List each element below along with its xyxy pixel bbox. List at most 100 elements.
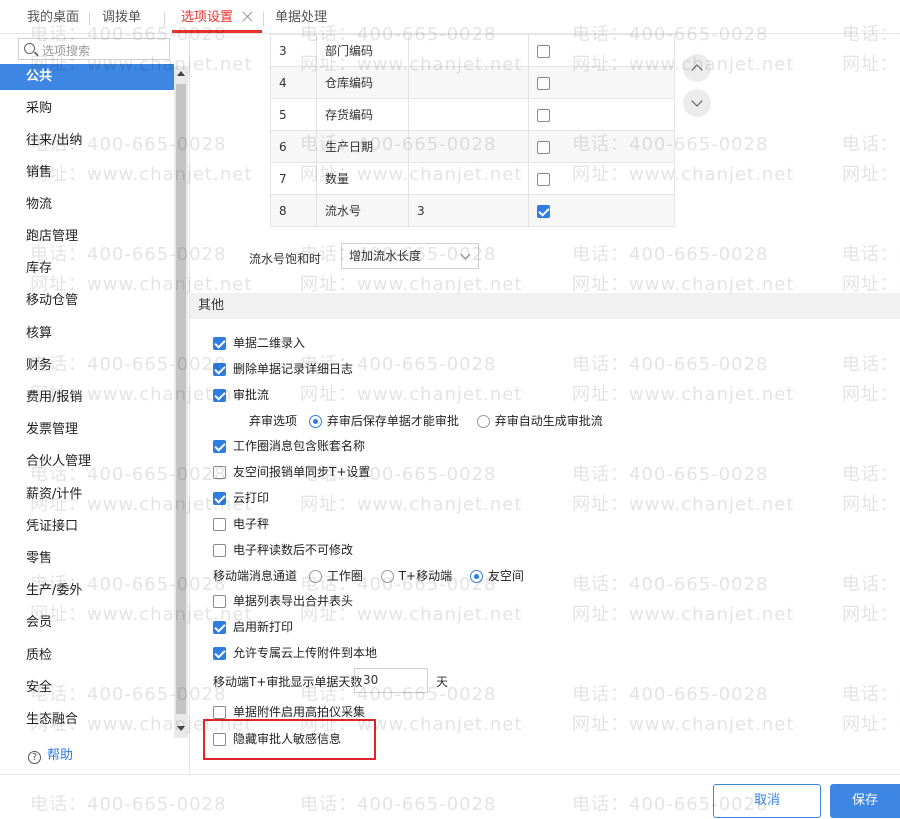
row-checkbox[interactable] (537, 204, 550, 218)
sidebar-item-inventory[interactable]: 库存 (0, 256, 174, 282)
checkbox[interactable] (213, 363, 226, 376)
chevron-down-icon (460, 249, 471, 260)
checkbox[interactable] (213, 544, 226, 557)
option-export-merge-header[interactable]: 单据列表导出合并表头 (213, 592, 353, 609)
scroll-thumb[interactable] (176, 84, 186, 714)
tab-my-desktop[interactable]: 我的桌面 (27, 0, 79, 34)
sidebar-scrollbar[interactable] (174, 66, 188, 738)
sidebar-item-mobile-warehouse[interactable]: 移动仓管 (0, 288, 174, 314)
help-link[interactable]: ? 帮助 (28, 744, 73, 764)
option-label: 单据附件启用高拍仪采集 (233, 705, 366, 719)
watermark-site: 网址：www.chanjet.net (300, 494, 523, 515)
cancel-button[interactable]: 取消 (713, 784, 821, 818)
checkbox[interactable] (213, 492, 226, 505)
row-length[interactable] (408, 66, 529, 99)
tab-document-processing[interactable]: 单据处理 (275, 0, 327, 34)
row-checkbox[interactable] (537, 140, 550, 154)
sidebar-item-member[interactable]: 会员 (0, 610, 174, 636)
sidebar-item-accounting[interactable]: 核算 (0, 321, 174, 347)
radio-label: T+移动端 (398, 569, 453, 583)
option-workcircle-account[interactable]: 工作圈消息包含账套名称 (213, 437, 365, 454)
row-number: 8 (270, 194, 317, 227)
sidebar-item-invoice[interactable]: 发票管理 (0, 417, 174, 443)
table-row: 8 流水号 3 (270, 194, 675, 227)
sidebar-item-retail[interactable]: 零售 (0, 546, 174, 572)
active-tab-indicator (172, 30, 262, 33)
option-electronic-scale[interactable]: 电子秤 (213, 515, 269, 532)
code-rule-table: 3 部门编码 4 仓库编码 5 存货编码 6 生产日期 7 数量 8 流水号 3 (270, 34, 675, 227)
checkbox[interactable] (213, 647, 226, 660)
option-2d-entry[interactable]: 单据二维录入 (213, 334, 305, 351)
radio-label: 弃审自动生成审批流 (494, 414, 603, 428)
sidebar-item-cashier[interactable]: 往来/出纳 (0, 128, 174, 154)
sidebar-item-finance[interactable]: 财务 (0, 353, 174, 379)
scroll-down-arrow-icon[interactable] (177, 726, 185, 731)
radio-abandon-save[interactable] (308, 415, 322, 428)
move-up-button[interactable] (683, 54, 711, 82)
option-label: 允许专属云上传附件到本地 (233, 646, 378, 660)
row-number: 7 (270, 162, 317, 195)
sidebar-item-production[interactable]: 生产/委外 (0, 578, 174, 604)
sidebar-item-store-visit[interactable]: 跑店管理 (0, 224, 174, 250)
sidebar-item-payroll[interactable]: 薪资/计件 (0, 482, 174, 508)
option-label: 单据列表导出合并表头 (233, 594, 354, 608)
tab-transfer-order[interactable]: 调拨单 (102, 0, 141, 34)
option-label: 删除单据记录详细日志 (233, 362, 354, 376)
row-length[interactable] (408, 98, 529, 131)
row-checkbox[interactable] (537, 172, 550, 186)
tab-option-settings[interactable]: 选项设置 (181, 0, 233, 34)
sidebar-item-quality[interactable]: 质检 (0, 643, 174, 669)
checkbox[interactable] (213, 389, 226, 402)
sidebar-item-purchase[interactable]: 采购 (0, 96, 174, 122)
checkbox[interactable] (213, 440, 226, 453)
search-input[interactable]: 选项搜索 (18, 38, 170, 60)
radio-abandon-auto[interactable] (476, 415, 490, 428)
sidebar-item-voucher[interactable]: 凭证接口 (0, 514, 174, 540)
scroll-up-arrow-icon[interactable] (177, 71, 185, 76)
tab-separator (263, 12, 264, 26)
search-placeholder: 选项搜索 (42, 44, 91, 58)
move-down-button[interactable] (683, 89, 711, 117)
sidebar-item-sales[interactable]: 销售 (0, 160, 174, 186)
sidebar-item-ecosystem[interactable]: 生态融合 (0, 707, 174, 733)
save-button[interactable]: 保存 (830, 784, 900, 818)
sidebar-item-logistics[interactable]: 物流 (0, 192, 174, 218)
checkbox[interactable] (213, 518, 226, 531)
checkbox[interactable] (213, 595, 226, 608)
checkbox[interactable] (213, 337, 226, 350)
option-delete-log[interactable]: 删除单据记录详细日志 (213, 360, 353, 377)
row-checkbox[interactable] (537, 76, 550, 90)
row-check-cell (528, 130, 675, 163)
option-cloud-print[interactable]: 云打印 (213, 489, 269, 506)
watermark-phone: 电话：400-665-0028 (842, 354, 900, 375)
option-approval-flow[interactable]: 审批流 (213, 386, 269, 403)
flow-saturation-select[interactable]: 增加流水长度 (341, 243, 479, 269)
sidebar-item-partner[interactable]: 合伙人管理 (0, 449, 174, 475)
option-label: 电子秤读数后不可修改 (233, 543, 354, 557)
checkbox[interactable] (213, 466, 226, 479)
option-space-reimburse-sync[interactable]: 友空间报销单同步T+设置 (213, 463, 370, 480)
close-icon[interactable] (241, 10, 255, 24)
option-scale-readonly[interactable]: 电子秤读数后不可修改 (213, 541, 353, 558)
row-checkbox[interactable] (537, 108, 550, 122)
option-private-cloud-upload[interactable]: 允许专属云上传附件到本地 (213, 644, 377, 661)
sidebar-item-common[interactable]: 公共 (0, 64, 174, 90)
option-new-print[interactable]: 启用新打印 (213, 618, 293, 635)
checkbox[interactable] (213, 706, 226, 719)
radio-tplus-mobile[interactable] (380, 570, 394, 583)
row-length[interactable]: 3 (408, 194, 529, 227)
row-length[interactable] (408, 130, 529, 163)
section-title: 其他 (190, 293, 900, 319)
row-checkbox[interactable] (537, 44, 550, 58)
row-name: 流水号 (316, 194, 409, 227)
watermark-phone: 电话：400-665-0028 (842, 574, 900, 595)
row-length[interactable] (408, 34, 529, 67)
approval-days-input[interactable]: 30 (354, 668, 428, 693)
row-length[interactable] (408, 162, 529, 195)
radio-youkongjian[interactable] (469, 570, 483, 583)
checkbox[interactable] (213, 621, 226, 634)
option-high-camera[interactable]: 单据附件启用高拍仪采集 (213, 703, 365, 720)
radio-workcircle[interactable] (308, 570, 322, 583)
sidebar-item-security[interactable]: 安全 (0, 675, 174, 701)
sidebar-item-expense[interactable]: 费用/报销 (0, 385, 174, 411)
